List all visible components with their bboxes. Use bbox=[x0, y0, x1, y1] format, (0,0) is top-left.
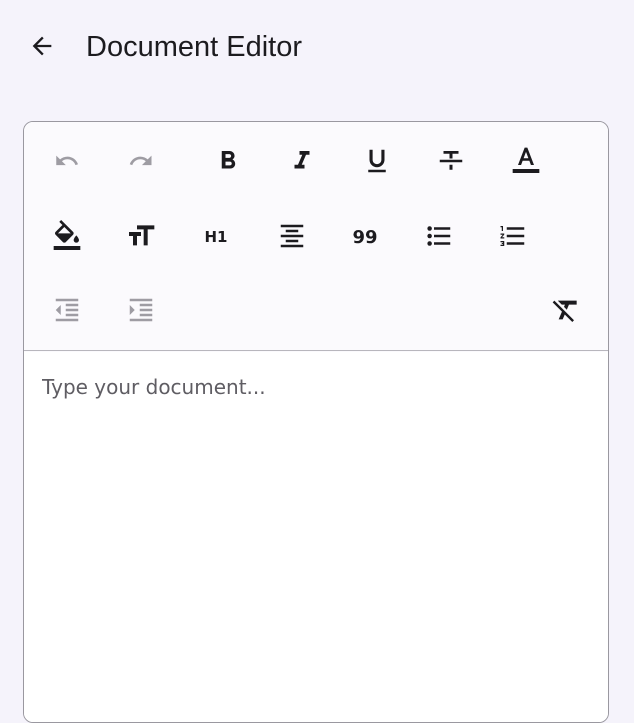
numbered-list-icon bbox=[500, 226, 525, 246]
bold-icon bbox=[221, 151, 236, 169]
arrow-left-icon bbox=[32, 36, 52, 56]
redo-icon bbox=[129, 155, 152, 166]
rich-text-editor: H1 99 bbox=[23, 121, 609, 723]
indent-decrease-icon bbox=[55, 298, 79, 322]
italic-button[interactable] bbox=[280, 139, 324, 183]
indent-increase-button[interactable] bbox=[119, 288, 163, 332]
italic-icon bbox=[294, 151, 310, 169]
text-color-icon bbox=[512, 147, 540, 173]
heading-h1-icon: H1 bbox=[205, 228, 228, 246]
redo-button[interactable] bbox=[119, 139, 163, 183]
align-center-icon bbox=[280, 224, 304, 248]
heading-label: H1 bbox=[205, 228, 228, 246]
undo-button[interactable] bbox=[45, 139, 89, 183]
quote-button[interactable]: 99 bbox=[343, 214, 387, 258]
app-bar: Document Editor bbox=[0, 0, 634, 94]
page-title: Document Editor bbox=[86, 31, 302, 63]
bold-button[interactable] bbox=[206, 139, 250, 183]
numbered-list-button[interactable] bbox=[491, 214, 535, 258]
heading-button[interactable]: H1 bbox=[194, 214, 238, 258]
quote-label: 99 bbox=[352, 227, 377, 248]
indent-increase-icon bbox=[129, 298, 153, 322]
text-color-button[interactable] bbox=[504, 139, 548, 183]
underline-button[interactable] bbox=[355, 139, 399, 183]
bullet-list-icon bbox=[427, 226, 451, 246]
strikethrough-icon bbox=[439, 151, 463, 170]
document-input[interactable] bbox=[42, 372, 590, 702]
strikethrough-button[interactable] bbox=[429, 139, 473, 183]
formatting-toolbar: H1 99 bbox=[24, 122, 608, 351]
back-button[interactable] bbox=[20, 24, 64, 68]
background-color-button[interactable] bbox=[45, 214, 89, 258]
fill-color-icon bbox=[53, 220, 81, 250]
font-size-button[interactable] bbox=[119, 214, 163, 258]
indent-decrease-button[interactable] bbox=[45, 288, 89, 332]
clear-format-icon bbox=[552, 300, 577, 322]
text-size-icon bbox=[129, 225, 155, 246]
align-button[interactable] bbox=[270, 214, 314, 258]
document-content-area[interactable] bbox=[24, 352, 608, 722]
underline-icon bbox=[368, 149, 386, 173]
quote-icon: 99 bbox=[352, 227, 377, 248]
bullet-list-button[interactable] bbox=[417, 214, 461, 258]
undo-icon bbox=[56, 155, 78, 166]
clear-format-button[interactable] bbox=[544, 288, 588, 332]
